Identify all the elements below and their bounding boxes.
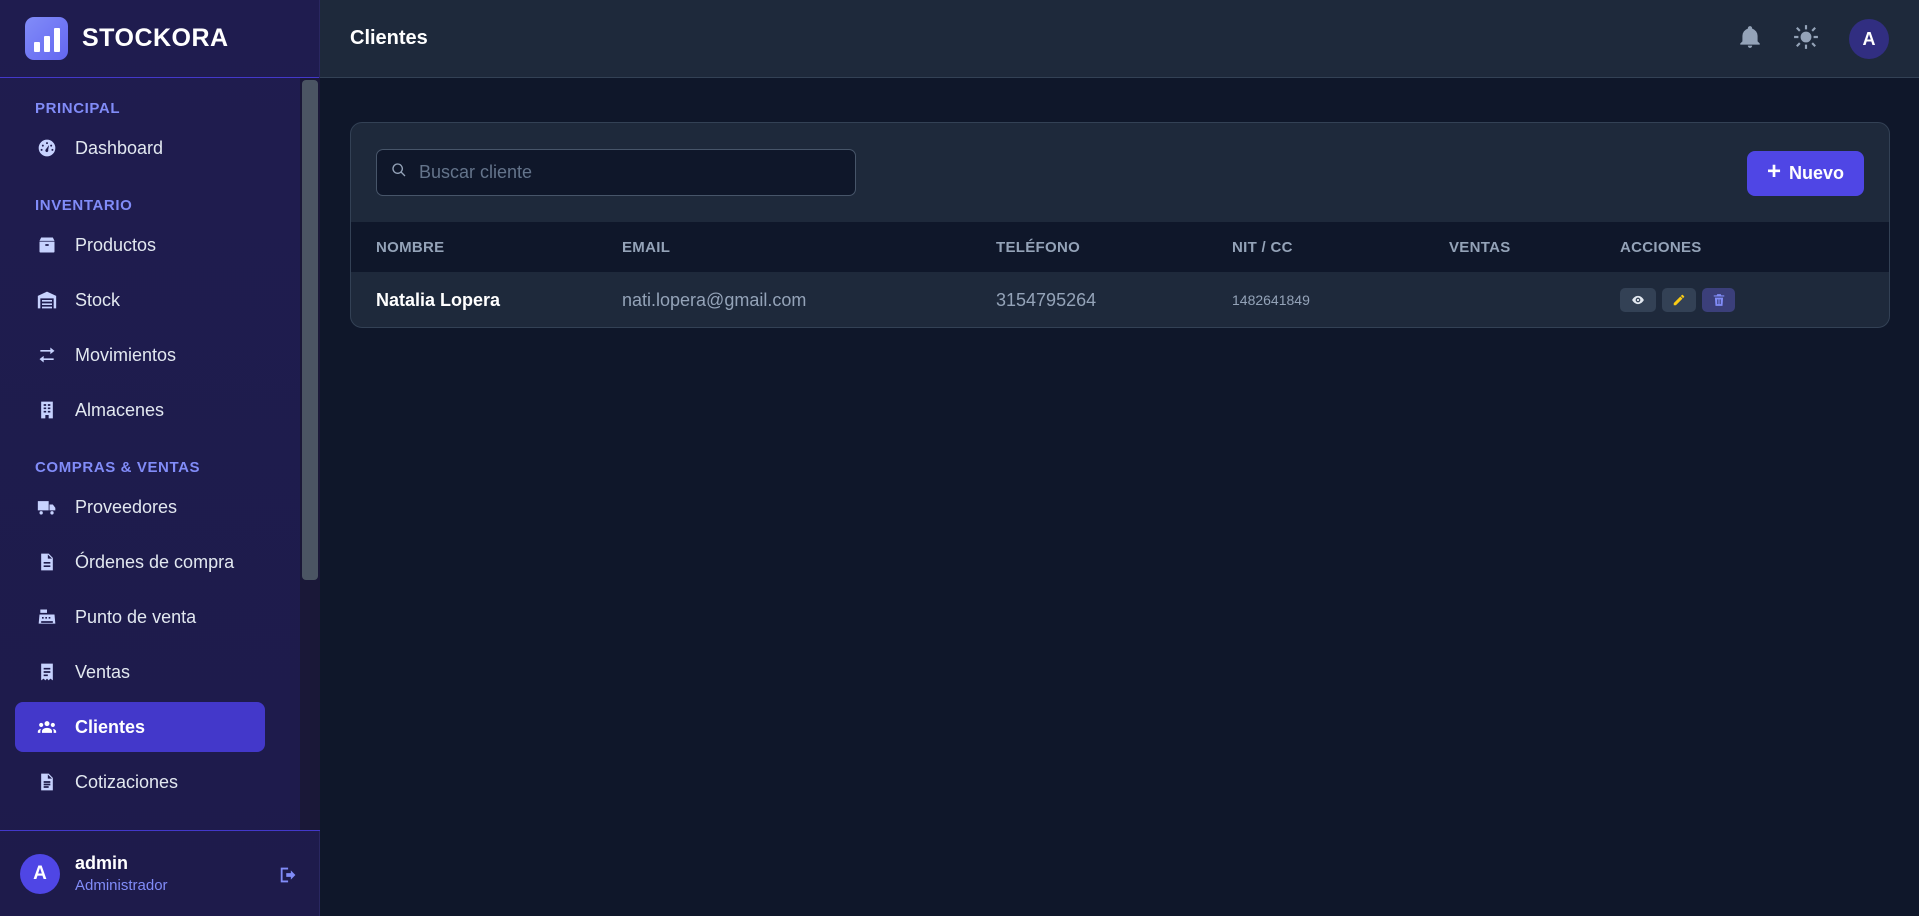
user-avatar[interactable]: A (20, 853, 60, 894)
chart-bar-logo-icon (25, 17, 68, 60)
gauge-icon (37, 138, 57, 158)
sidebar-item-stock[interactable]: Stock (15, 275, 265, 325)
pencil-icon (1673, 294, 1685, 306)
sidebar-item-productos[interactable]: Productos (15, 220, 265, 270)
sun-theme-icon[interactable] (1793, 24, 1819, 55)
header-avatar[interactable]: A (1849, 19, 1889, 59)
user-role: Administrador (75, 877, 168, 894)
bell-icon[interactable] (1737, 24, 1763, 55)
sidebar-item-label: Dashboard (75, 137, 164, 158)
column-header-acciones: ACCIONES (1620, 238, 1702, 256)
sidebar-item-movimientos[interactable]: Movimientos (15, 330, 265, 380)
warehouse-icon (37, 290, 57, 310)
search-input[interactable] (419, 162, 839, 183)
plus-icon: + (1766, 158, 1781, 185)
clients-card: + Nuevo NOMBRE EMAIL TELÉFONO NIT / CC V… (350, 122, 1890, 328)
view-button[interactable] (1620, 288, 1656, 312)
sidebar-item-label: Ventas (75, 661, 131, 682)
table-header-row: NOMBRE EMAIL TELÉFONO NIT / CC VENTAS AC… (351, 222, 1889, 272)
sidebar-item-label: Movimientos (75, 344, 177, 365)
clients-table: NOMBRE EMAIL TELÉFONO NIT / CC VENTAS AC… (351, 222, 1889, 327)
column-header-telefono[interactable]: TELÉFONO (996, 222, 1232, 272)
sidebar-item-label: Almacenes (75, 399, 165, 420)
user-name: admin (75, 853, 129, 873)
cell-acciones (1620, 272, 1889, 327)
sidebar-item-label: Proveedores (75, 496, 178, 517)
building-icon (37, 400, 57, 420)
column-header-ventas[interactable]: VENTAS (1449, 222, 1620, 272)
sidebar-item-ordenes-de-compra[interactable]: Órdenes de compra (15, 537, 265, 587)
users-icon (37, 717, 57, 737)
sidebar-item-proveedores[interactable]: Proveedores (15, 482, 265, 532)
user-profile: A admin Administrador (0, 830, 320, 916)
new-client-button[interactable]: + Nuevo (1747, 151, 1864, 196)
sidebar-item-label: Stock (75, 289, 121, 310)
sidebar-item-dashboard[interactable]: Dashboard (15, 123, 265, 173)
section-title-principal: PRINCIPAL (35, 100, 121, 117)
box-icon (37, 235, 57, 255)
sidebar-item-almacenes[interactable]: Almacenes (15, 385, 265, 435)
sidebar: STOCKORA PRINCIPAL Dashboard INVENTARIO … (0, 0, 320, 916)
cell-nombre: Natalia Lopera (376, 289, 501, 310)
sidebar-item-label: Clientes (75, 716, 146, 737)
receipt-icon (37, 662, 57, 682)
column-header-email[interactable]: EMAIL (622, 222, 996, 272)
search-icon (391, 162, 407, 183)
delete-button[interactable] (1702, 288, 1735, 312)
cell-telefono: 3154795264 (996, 289, 1097, 310)
cell-nit: 1482641849 (1232, 292, 1310, 308)
column-header-nombre[interactable]: NOMBRE (351, 222, 622, 272)
sidebar-item-label: Punto de venta (75, 606, 197, 627)
edit-button[interactable] (1662, 288, 1696, 312)
sidebar-item-clientes[interactable]: Clientes (15, 702, 265, 752)
cash-register-icon (37, 607, 57, 627)
table-row[interactable]: Natalia Lopera nati.lopera@gmail.com 315… (351, 272, 1889, 327)
card-toolbar: + Nuevo (351, 123, 1889, 222)
trash-icon (1713, 294, 1724, 306)
sidebar-item-ventas[interactable]: Ventas (15, 647, 265, 697)
sidebar-item-label: Productos (75, 234, 157, 255)
cell-ventas (1449, 272, 1620, 327)
page-title: Clientes (350, 27, 428, 49)
top-header: Clientes A (320, 0, 1919, 78)
brand-name: STOCKORA (82, 24, 229, 52)
section-title-compras-ventas: COMPRAS & VENTAS (35, 459, 201, 476)
sidebar-item-label: Órdenes de compra (75, 551, 235, 572)
logout-icon[interactable] (278, 864, 300, 886)
eye-icon (1632, 295, 1644, 305)
file-text-icon (37, 772, 57, 792)
sidebar-scrollbar-thumb[interactable] (302, 80, 318, 580)
brand[interactable]: STOCKORA (0, 0, 319, 78)
search-box[interactable] (376, 149, 856, 196)
section-title-inventario: INVENTARIO (35, 197, 133, 214)
cell-email: nati.lopera@gmail.com (622, 289, 807, 310)
sidebar-item-label: Cotizaciones (75, 771, 179, 792)
sidebar-item-cotizaciones[interactable]: Cotizaciones (15, 757, 265, 807)
new-button-label: Nuevo (1789, 163, 1845, 183)
sidebar-nav: PRINCIPAL Dashboard INVENTARIO Productos… (0, 78, 300, 830)
truck-icon (37, 497, 57, 517)
arrows-exchange-icon (37, 345, 57, 365)
sidebar-item-punto-de-venta[interactable]: Punto de venta (15, 592, 265, 642)
file-icon (37, 552, 57, 572)
column-header-nit[interactable]: NIT / CC (1232, 222, 1449, 272)
